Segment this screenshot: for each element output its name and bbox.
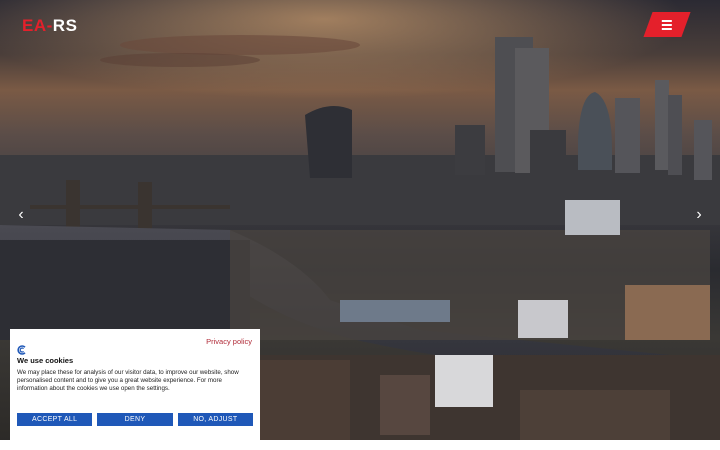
cookie-actions: ACCEPT ALL DENY NO, ADJUST — [17, 413, 253, 426]
carousel-prev-button[interactable]: ‹ — [14, 206, 28, 224]
logo-part-ea: EA — [22, 16, 47, 35]
cookie-description: We may place these for analysis of our v… — [17, 369, 239, 393]
carousel-next-button[interactable]: › — [692, 206, 706, 224]
privacy-policy-link[interactable]: Privacy policy — [206, 337, 252, 346]
cookie-consent-icon — [17, 345, 26, 355]
cookie-title: We use cookies — [17, 356, 74, 365]
logo-part-rs: RS — [52, 16, 78, 35]
brand-logo[interactable]: EA - RS — [22, 16, 77, 36]
deny-button[interactable]: DENY — [97, 413, 173, 426]
adjust-button[interactable]: NO, ADJUST — [177, 413, 253, 426]
hamburger-icon — [662, 19, 672, 30]
cookie-banner: Privacy policy We use cookies We may pla… — [10, 329, 260, 440]
accept-all-button[interactable]: ACCEPT ALL — [17, 413, 93, 426]
chevron-left-icon: ‹ — [18, 206, 24, 223]
chevron-right-icon: › — [696, 206, 702, 223]
